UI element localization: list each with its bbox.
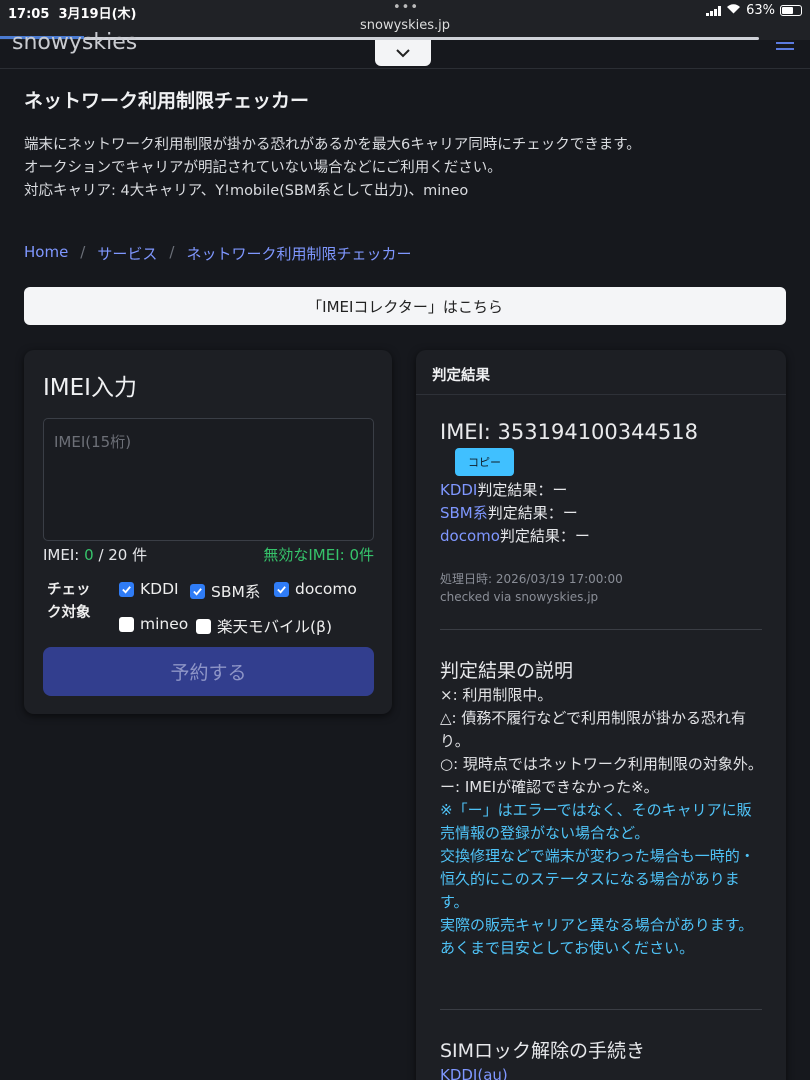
- result-row-docomo: docomo判定結果：ー: [440, 527, 590, 545]
- explanation-text: ×: 利用制限中。 △: 債務不履行などで利用制限が掛かる恐れ有り。 ○: 現時…: [440, 684, 766, 960]
- result-row-sbm: SBM系判定結果：ー: [440, 504, 578, 522]
- check-target-label: チェック対象: [47, 582, 91, 621]
- result-imei: IMEI: 353194100344518: [440, 420, 698, 444]
- section-divider: [440, 629, 762, 630]
- checkbox-sbm[interactable]: SBM系: [190, 580, 260, 602]
- breadcrumb-separator: /: [80, 243, 86, 261]
- checkbox-rakuten[interactable]: 楽天モバイル(β): [196, 615, 332, 637]
- description-line: 端末にネットワーク利用制限が掛かる恐れがあるかを最大6キャリア同時にチェックでき…: [24, 137, 641, 153]
- carrier-link-sbm[interactable]: SBM系: [440, 504, 488, 522]
- result-card: 判定結果 IMEI: 353194100344518 コピー KDDI判定結果：…: [416, 350, 786, 1080]
- explanation-title: 判定結果の説明: [440, 660, 574, 682]
- page-description: 端末にネットワーク利用制限が掛かる恐れがあるかを最大6キャリア同時にチェックでき…: [24, 134, 641, 203]
- chevron-down-icon: [396, 49, 410, 58]
- explanation-note: 実際の販売キャリアと異なる場合があります。あくまで目安としてお使いください。: [440, 916, 754, 957]
- imei-count: IMEI: 0 / 20 件: [43, 546, 148, 564]
- result-row-kddi: KDDI判定結果：ー: [440, 481, 568, 499]
- breadcrumb-current[interactable]: ネットワーク利用制限チェッカー: [186, 243, 411, 264]
- checked-via: checked via snowyskies.jp: [440, 590, 599, 604]
- explanation-item: ○: 現時点ではネットワーク利用制限の対象外。: [440, 755, 763, 773]
- simlock-link-kddi[interactable]: KDDI(au): [440, 1066, 508, 1080]
- breadcrumb-separator: /: [169, 243, 175, 261]
- checkbox-checked-icon[interactable]: [119, 581, 134, 597]
- imei-textarea[interactable]: [43, 418, 374, 541]
- nav-divider: [0, 68, 810, 69]
- checkbox-label: SBM系: [211, 583, 261, 601]
- breadcrumb-home[interactable]: Home: [24, 243, 68, 264]
- imei-input-card: IMEI入力 IMEI: 0 / 20 件 無効なIMEI: 0件 チェック対象…: [24, 350, 392, 714]
- checkbox-checked-icon[interactable]: [274, 581, 289, 597]
- checkbox-mineo[interactable]: mineo: [119, 615, 188, 633]
- checkbox-label: docomo: [295, 580, 357, 598]
- imei-count-row: IMEI: 0 / 20 件 無効なIMEI: 0件: [43, 544, 374, 565]
- section-divider: [440, 1009, 762, 1010]
- signal-icon: [706, 5, 722, 16]
- explanation-item: ー: IMEIが確認できなかった※。: [440, 778, 659, 796]
- explanation-item: △: 債務不履行などで利用制限が掛かる恐れ有り。: [440, 709, 747, 750]
- result-card-header: 判定結果: [432, 368, 490, 384]
- description-line: オークションでキャリアが明記されていない場合などにご利用ください。: [24, 160, 502, 176]
- copy-button[interactable]: コピー: [455, 448, 514, 476]
- input-card-title: IMEI入力: [43, 375, 137, 401]
- more-dots-icon[interactable]: •••: [393, 0, 419, 15]
- battery-icon: [780, 5, 802, 16]
- carrier-link-kddi[interactable]: KDDI: [440, 481, 477, 499]
- checkbox-unchecked-icon[interactable]: [196, 618, 211, 634]
- status-indicators: 63%: [706, 3, 802, 18]
- checkbox-label: mineo: [140, 615, 189, 633]
- result-meta: 処理日時: 2026/03/19 17:00:00 checked via sn…: [440, 570, 623, 606]
- checkbox-label: 楽天モバイル(β): [217, 618, 332, 636]
- checkbox-unchecked-icon[interactable]: [119, 616, 134, 632]
- explanation-item: ×: 利用制限中。: [440, 686, 553, 704]
- checkbox-docomo[interactable]: docomo: [274, 580, 357, 598]
- checkbox-label: KDDI: [140, 580, 179, 598]
- wifi-icon: [726, 3, 741, 18]
- carrier-link-docomo[interactable]: docomo: [440, 527, 500, 545]
- breadcrumb: Home / サービス / ネットワーク利用制限チェッカー: [24, 243, 411, 264]
- explanation-note: ※「ー」はエラーではなく、そのキャリアに販売情報の登録がない場合など。: [440, 801, 752, 842]
- description-line: 対応キャリア: 4大キャリア、Y!mobile(SBM系として出力)、mineo: [24, 183, 469, 199]
- battery-percent: 63%: [746, 3, 775, 18]
- processed-time: 処理日時: 2026/03/19 17:00:00: [440, 572, 623, 586]
- site-brand[interactable]: snowyskies: [12, 30, 137, 55]
- breadcrumb-services[interactable]: サービス: [97, 243, 157, 264]
- menu-icon[interactable]: [776, 42, 794, 52]
- simlock-title: SIMロック解除の手続き: [440, 1040, 646, 1062]
- reserve-button[interactable]: 予約する: [43, 647, 374, 696]
- collapse-toolbar-tab[interactable]: [375, 40, 431, 66]
- invalid-imei-count: 無効なIMEI: 0件: [263, 546, 374, 564]
- checkbox-checked-icon[interactable]: [190, 583, 205, 599]
- imei-collector-button[interactable]: 「IMEIコレクター」はこちら: [24, 287, 786, 325]
- result-header-divider: [416, 394, 786, 395]
- page-title: ネットワーク利用制限チェッカー: [24, 90, 310, 112]
- checkbox-kddi[interactable]: KDDI: [119, 580, 179, 598]
- explanation-note: 交換修理などで端末が変わった場合も一時的・恒久的にこのステータスになる場合があり…: [440, 847, 755, 911]
